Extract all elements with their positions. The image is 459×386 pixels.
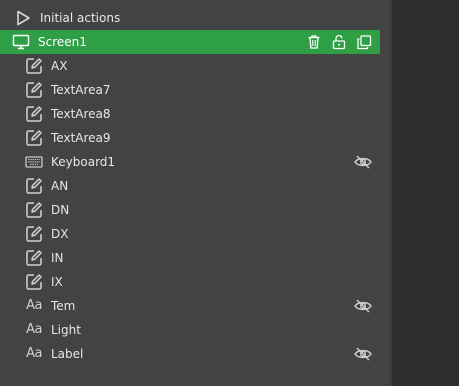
tree-item-dn[interactable]: DN xyxy=(0,198,380,222)
screen-actions xyxy=(306,30,372,54)
tree-item-light[interactable]: Aa Light xyxy=(0,318,380,342)
tree-item-label: Screen1 xyxy=(38,35,87,49)
copy-icon[interactable] xyxy=(356,34,372,50)
edit-icon xyxy=(25,249,43,267)
tree-item-label: TextArea9 xyxy=(51,131,111,145)
tree-item-label: DX xyxy=(51,227,69,241)
tree-item-an[interactable]: AN xyxy=(0,174,380,198)
properties-panel xyxy=(390,0,459,386)
edit-icon xyxy=(25,129,43,147)
tree-item-label: Keyboard1 xyxy=(51,155,116,169)
trash-icon[interactable] xyxy=(306,34,322,50)
text-label-icon: Aa xyxy=(26,346,42,361)
tree-item-label: AX xyxy=(51,59,68,73)
tree-item-label: Tem xyxy=(51,299,76,313)
edit-icon xyxy=(25,201,43,219)
tree-item-screen1[interactable]: Screen1 xyxy=(0,30,380,54)
edit-icon xyxy=(25,273,43,291)
edit-icon xyxy=(25,105,43,123)
play-outline-icon xyxy=(14,9,32,27)
tree-item-label: Light xyxy=(51,323,81,337)
keyboard-icon xyxy=(25,153,43,171)
eye-hidden-icon[interactable] xyxy=(354,297,372,315)
eye-hidden-icon[interactable] xyxy=(354,345,372,363)
tree-item-textarea7[interactable]: TextArea7 xyxy=(0,78,380,102)
tree-item-label: IN xyxy=(51,251,64,265)
tree-item-label-widget[interactable]: Aa Label xyxy=(0,342,380,366)
edit-icon xyxy=(25,57,43,75)
tree-item-tem[interactable]: Aa Tem xyxy=(0,294,380,318)
tree-item-ax[interactable]: AX xyxy=(0,54,380,78)
eye-hidden-icon[interactable] xyxy=(354,153,372,171)
tree-item-label: IX xyxy=(51,275,63,289)
tree-item-label: TextArea8 xyxy=(51,107,111,121)
tree-item-label: DN xyxy=(51,203,70,217)
edit-icon xyxy=(25,81,43,99)
unlock-icon[interactable] xyxy=(331,34,347,50)
tree-item-initial-actions[interactable]: Initial actions xyxy=(0,6,380,30)
tree-item-textarea9[interactable]: TextArea9 xyxy=(0,126,380,150)
tree-item-label: Label xyxy=(51,347,84,361)
edit-icon xyxy=(25,225,43,243)
tree-item-dx[interactable]: DX xyxy=(0,222,380,246)
tree-item-label: Initial actions xyxy=(40,11,121,25)
edit-icon xyxy=(25,177,43,195)
tree-item-label: AN xyxy=(51,179,69,193)
screen-tree: Initial actions Screen1 AX TextArea7 Tex… xyxy=(0,6,380,366)
tree-item-keyboard1[interactable]: Keyboard1 xyxy=(0,150,380,174)
tree-item-ix[interactable]: IX xyxy=(0,270,380,294)
text-label-icon: Aa xyxy=(26,322,42,337)
tree-item-textarea8[interactable]: TextArea8 xyxy=(0,102,380,126)
tree-item-label: TextArea7 xyxy=(51,83,111,97)
tree-item-in[interactable]: IN xyxy=(0,246,380,270)
text-label-icon: Aa xyxy=(26,298,42,313)
monitor-icon xyxy=(12,33,30,51)
